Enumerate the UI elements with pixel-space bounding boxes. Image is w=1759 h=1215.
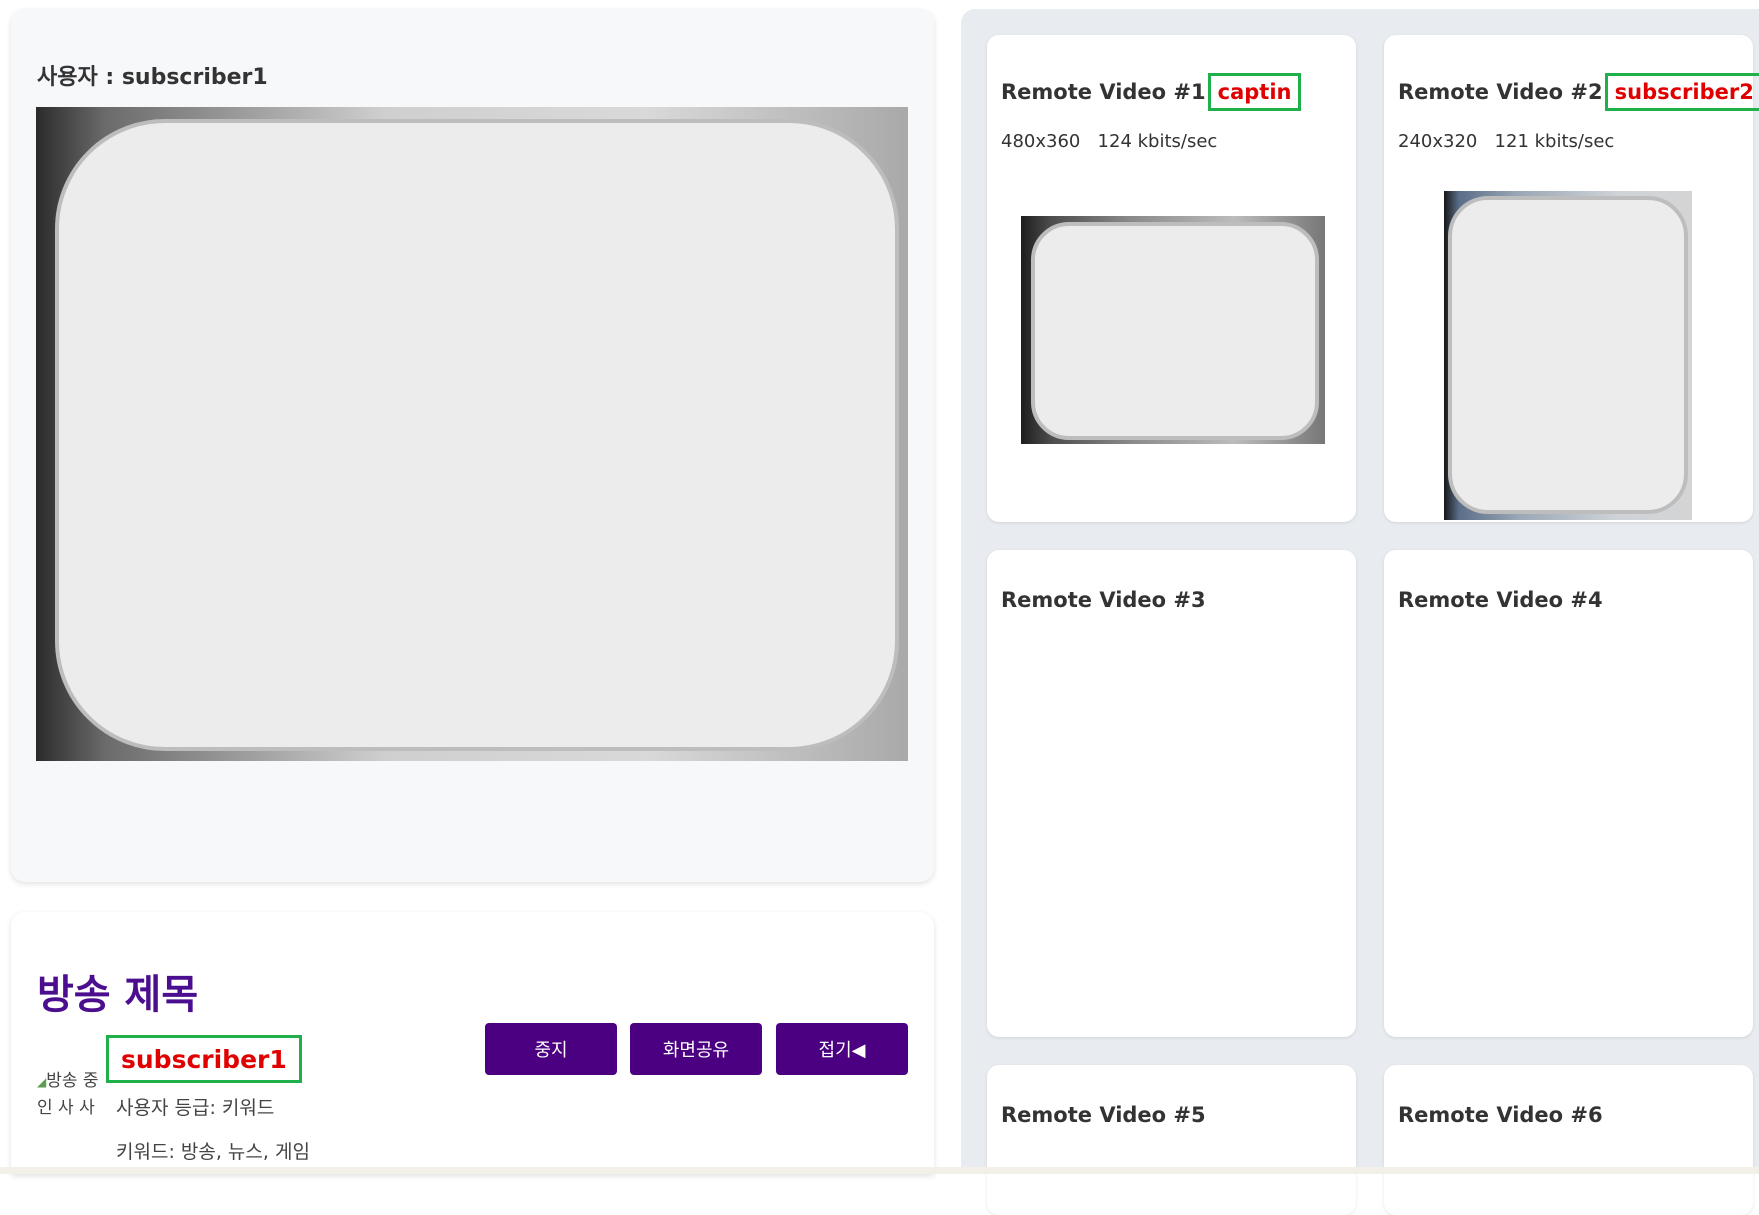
user-grade-text: 사용자 등급: 키워드 bbox=[116, 1097, 275, 1119]
remote-video-title: Remote Video #3 bbox=[1001, 588, 1206, 612]
broadcaster-avatar: ◢방송 중인 사 사 프로 bbox=[37, 1068, 101, 1124]
remote-video-title: Remote Video #2 subscriber2 bbox=[1398, 73, 1759, 111]
video-stats: 240x320 121 kbits/sec bbox=[1398, 131, 1614, 152]
screen-share-button[interactable]: 화면공유 bbox=[630, 1023, 762, 1075]
local-video[interactable] bbox=[36, 107, 908, 761]
remote-video-card-6: Remote Video #6 bbox=[1384, 1065, 1753, 1215]
remote-video-title: Remote Video #1 captin bbox=[1001, 73, 1302, 111]
avatar-alt-text: 방송 중인 사 사 프로 bbox=[37, 1071, 99, 1118]
remote-video-card-5: Remote Video #5 bbox=[987, 1065, 1356, 1215]
remote-video-title: Remote Video #4 bbox=[1398, 588, 1603, 612]
stop-button[interactable]: 중지 bbox=[485, 1023, 617, 1075]
video-privacy-mask bbox=[1031, 222, 1319, 440]
remote-video-card-3: Remote Video #3 bbox=[987, 550, 1356, 1037]
bottom-strip bbox=[0, 1167, 1759, 1174]
remote-user-name: captin bbox=[1207, 73, 1302, 111]
collapse-button[interactable]: 접기◀ bbox=[776, 1023, 908, 1075]
video-resolution: 480x360 bbox=[1001, 131, 1081, 152]
video-resolution: 240x320 bbox=[1398, 131, 1478, 152]
remote-video-card-4: Remote Video #4 bbox=[1384, 550, 1753, 1037]
remote-video-stream[interactable] bbox=[1444, 191, 1692, 520]
remote-video-card-1: Remote Video #1 captin 480x360 124 kbits/… bbox=[987, 35, 1356, 522]
remote-videos-panel: Remote Video #1 captin 480x360 124 kbits/… bbox=[961, 9, 1759, 1215]
remote-video-title: Remote Video #6 bbox=[1398, 1103, 1603, 1127]
remote-video-card-2: Remote Video #2 subscriber2 240x320 121 k… bbox=[1384, 35, 1759, 522]
remote-video-title: Remote Video #5 bbox=[1001, 1103, 1206, 1127]
keywords-text: 키워드: 방송, 뉴스, 게임 bbox=[116, 1141, 310, 1163]
remote-video-title-text: Remote Video #1 bbox=[1001, 80, 1206, 104]
video-bitrate: 121 kbits/sec bbox=[1494, 131, 1615, 152]
local-user-label: 사용자 : subscriber1 bbox=[37, 65, 268, 90]
remote-user-name: subscriber2 bbox=[1604, 73, 1759, 111]
broken-image-icon: ◢ bbox=[37, 1075, 47, 1089]
local-video-panel: 사용자 : subscriber1 bbox=[11, 9, 934, 882]
broadcast-title: 방송 제목 bbox=[37, 972, 199, 1018]
remote-video-title-text: Remote Video #2 bbox=[1398, 80, 1603, 104]
remote-video-stream[interactable] bbox=[1021, 216, 1325, 444]
video-bitrate: 124 kbits/sec bbox=[1097, 131, 1218, 152]
broadcast-info-panel: 방송 제목 ◢방송 중인 사 사 프로 subscriber1 사용자 등급: … bbox=[11, 912, 934, 1174]
video-privacy-mask bbox=[55, 119, 899, 751]
broadcaster-username: subscriber1 bbox=[106, 1035, 302, 1083]
video-stats: 480x360 124 kbits/sec bbox=[1001, 131, 1217, 152]
video-privacy-mask bbox=[1448, 196, 1688, 514]
